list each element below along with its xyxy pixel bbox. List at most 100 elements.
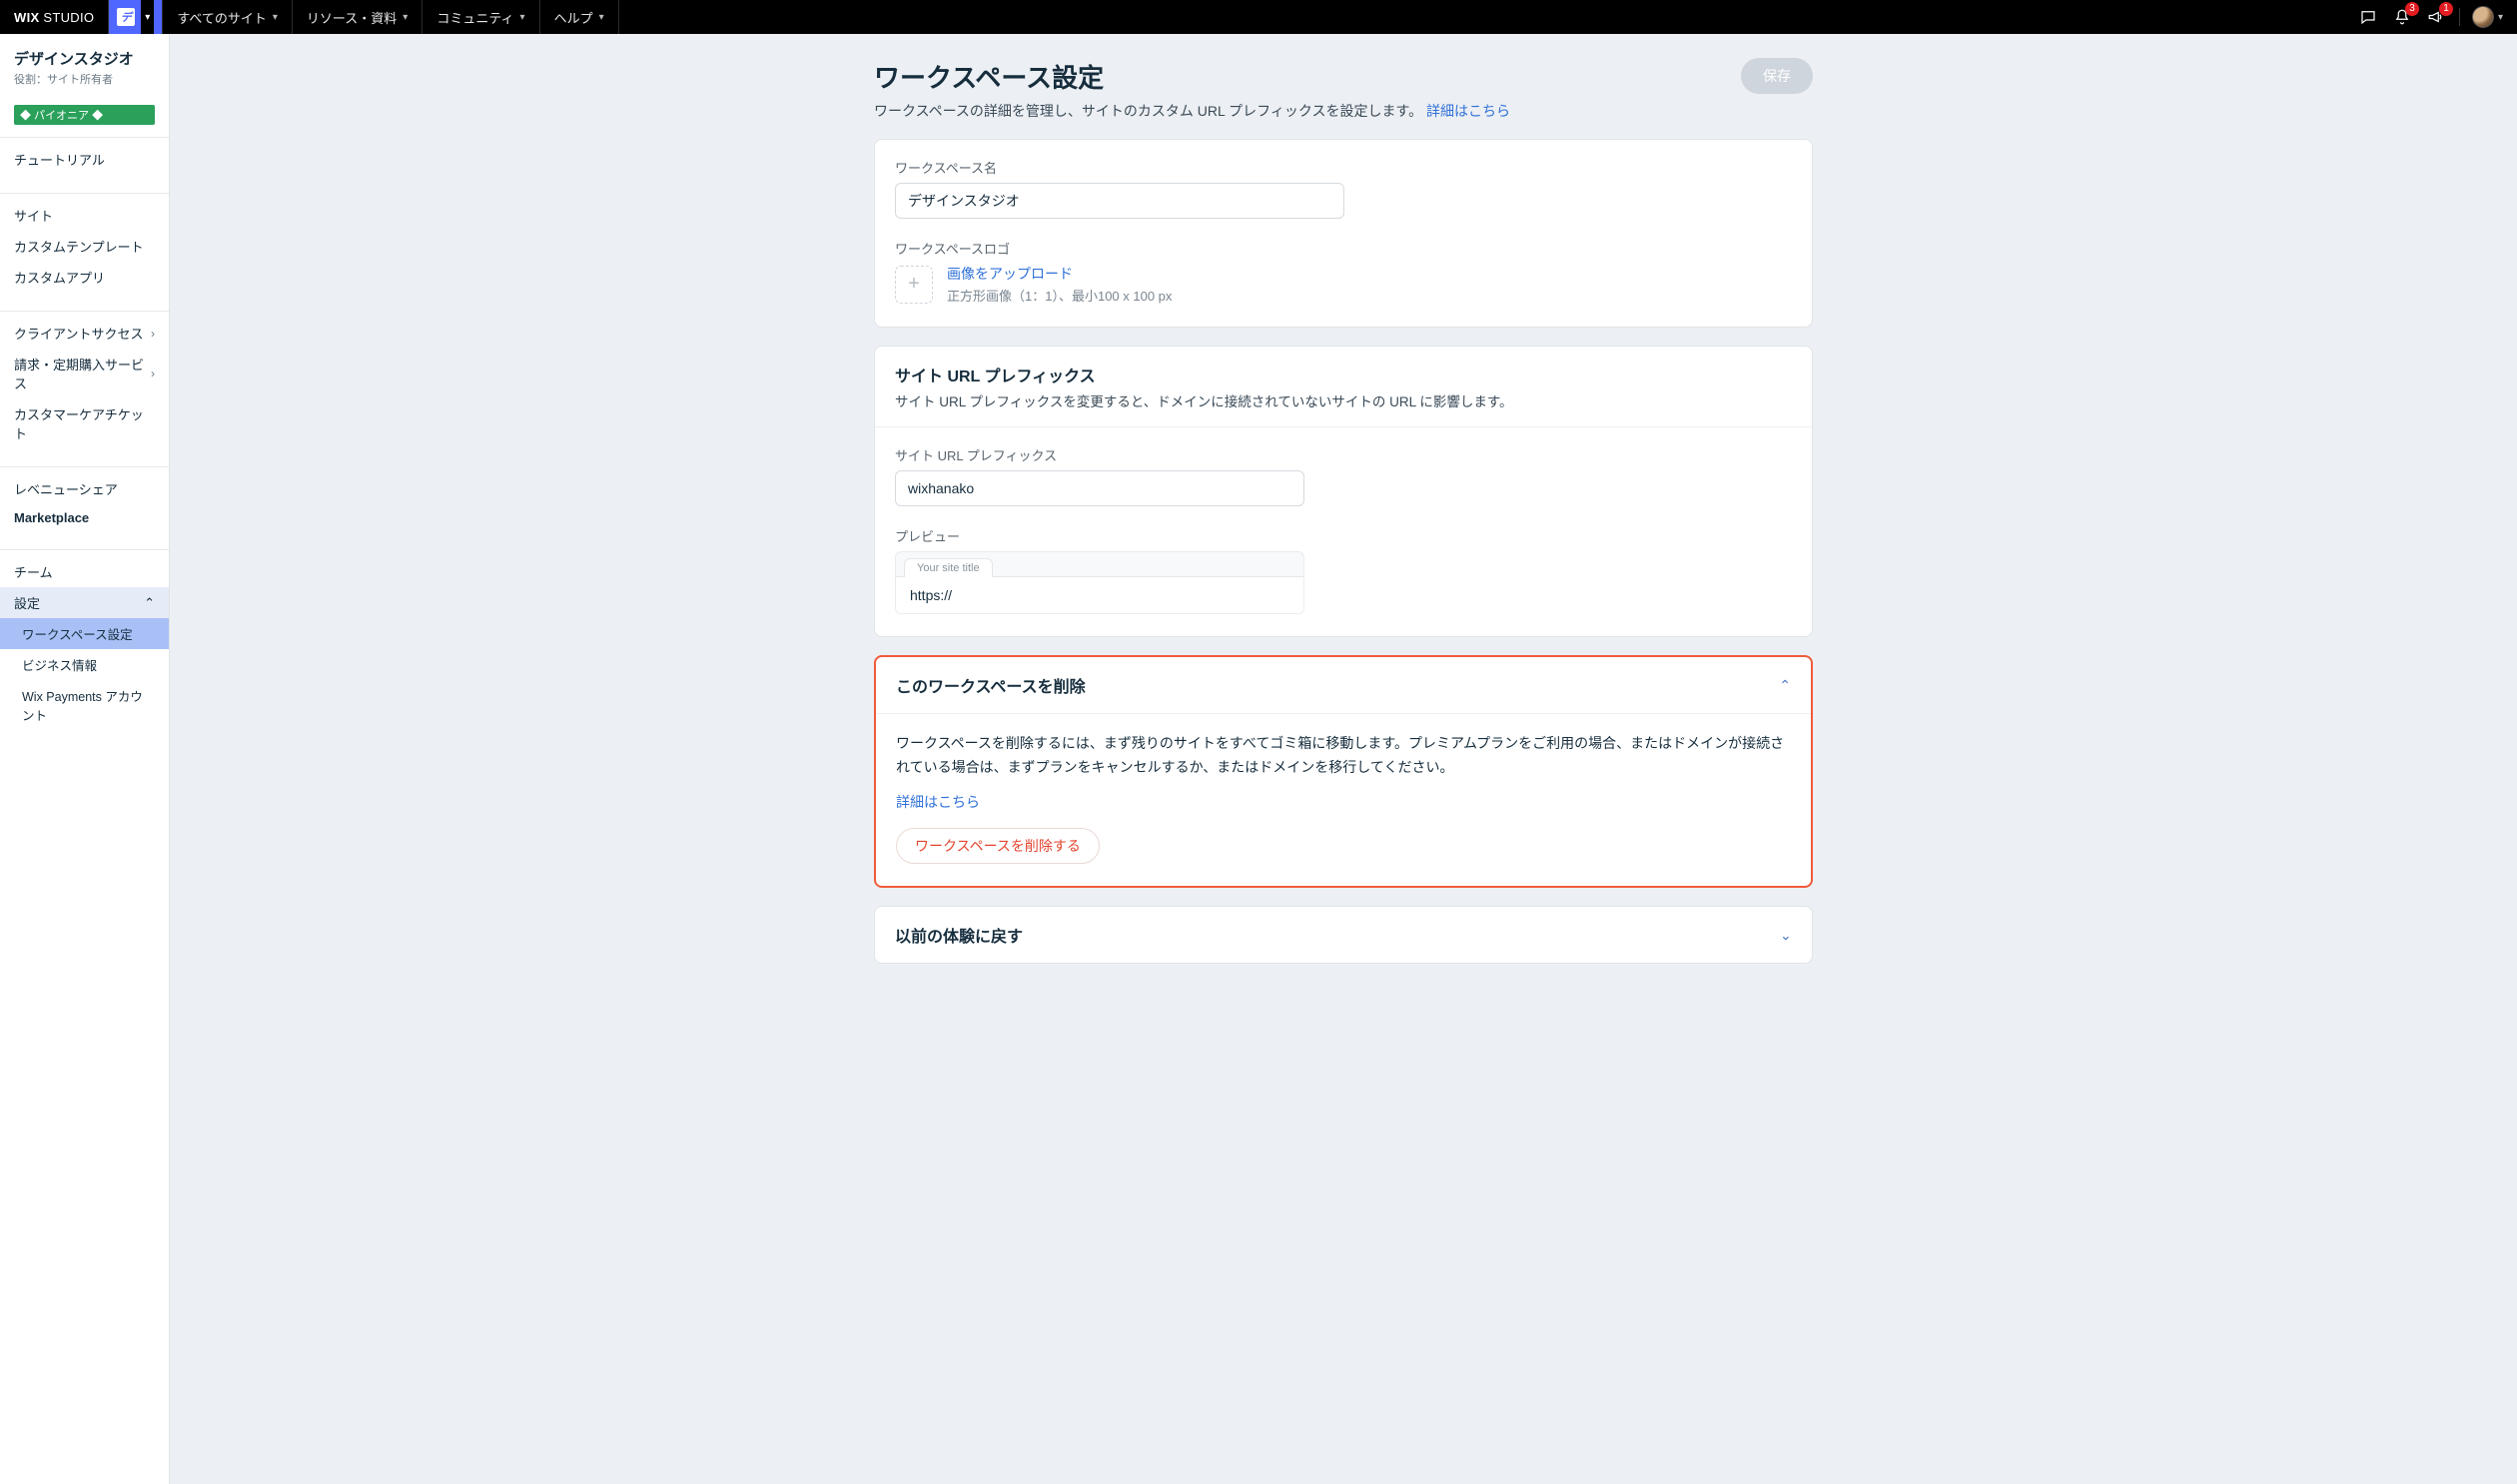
chevron-right-icon: › bbox=[151, 367, 155, 380]
card-delete-head: このワークスペースを削除 ⌃ bbox=[876, 657, 1811, 713]
pioneer-badge: ◆ パイオニア ◆ bbox=[14, 105, 155, 125]
layout: デザインスタジオ 役割：サイト所有者 ◆ パイオニア ◆ チュートリアル サイト… bbox=[0, 34, 2517, 1484]
chevron-right-icon: › bbox=[151, 327, 155, 341]
url-preview: Your site title https:// bbox=[895, 551, 1304, 614]
sidebar-item-billing[interactable]: 請求・定期購入サービス › bbox=[0, 349, 169, 398]
sidebar-item-custom-apps[interactable]: カスタムアプリ bbox=[0, 262, 169, 293]
chevron-down-icon: ▾ bbox=[273, 12, 278, 23]
preview-url-protocol: https:// bbox=[910, 587, 952, 603]
chevron-down-icon: ▾ bbox=[403, 12, 408, 23]
card-url-prefix-subtitle: サイト URL プレフィックスを変更すると、ドメインに接続されていないサイトの … bbox=[895, 390, 1792, 410]
save-button[interactable]: 保存 bbox=[1741, 58, 1813, 94]
top-menu-help[interactable]: ヘルプ ▾ bbox=[540, 0, 619, 34]
card-revert-head: 以前の体験に戻す ⌃ bbox=[875, 907, 1812, 963]
top-menu-all-sites[interactable]: すべてのサイト ▾ bbox=[163, 0, 293, 34]
brand-studio: STUDIO bbox=[39, 10, 94, 25]
announcement-icon[interactable]: 1 bbox=[2425, 6, 2447, 28]
sidebar-item-custom-templates[interactable]: カスタムテンプレート bbox=[0, 231, 169, 262]
preview-url-bar: https:// bbox=[896, 576, 1303, 613]
card-delete-description: ワークスペースを削除するには、まず残りのサイトをすべてゴミ箱に移動します。プレミ… bbox=[896, 732, 1791, 780]
avatar bbox=[2472, 6, 2494, 28]
sidebar-item-revenue-share[interactable]: レベニューシェア bbox=[0, 473, 169, 504]
card-delete-learn-more-link[interactable]: 詳細はこちら bbox=[896, 792, 980, 812]
sidebar-item-label: チーム bbox=[14, 562, 53, 581]
user-menu[interactable]: ▾ bbox=[2472, 6, 2503, 28]
sidebar-sub-business-info[interactable]: ビジネス情報 bbox=[0, 649, 169, 680]
preview-label: プレビュー bbox=[895, 526, 1792, 545]
sidebar-item-client-success[interactable]: クライアントサクセス › bbox=[0, 318, 169, 349]
topbar-right: 3 1 ▾ bbox=[2343, 6, 2517, 28]
workspace-name-label: ワークスペース名 bbox=[895, 158, 1792, 177]
sidebar-item-sites[interactable]: サイト bbox=[0, 200, 169, 231]
top-menu-label: ヘルプ bbox=[554, 8, 593, 27]
sidebar-item-label: 設定 bbox=[14, 593, 40, 612]
bell-icon[interactable]: 3 bbox=[2391, 6, 2413, 28]
preview-tab-title: Your site title bbox=[904, 558, 993, 577]
card-revert-title: 以前の体験に戻す bbox=[895, 923, 1023, 947]
topbar-divider bbox=[2459, 8, 2460, 26]
plus-icon: + bbox=[908, 273, 920, 296]
top-menu-community[interactable]: コミュニティ ▾ bbox=[422, 0, 539, 34]
workspace-switcher[interactable]: デ ▾ bbox=[109, 0, 163, 34]
sidebar-item-label: Marketplace bbox=[14, 510, 89, 525]
top-menu-label: リソース・資料 bbox=[307, 8, 397, 27]
sidebar-sub-workspace-settings[interactable]: ワークスペース設定 bbox=[0, 618, 169, 649]
brand-logo[interactable]: WIX STUDIO bbox=[0, 0, 109, 34]
main-content: ワークスペース設定 ワークスペースの詳細を管理し、サイトのカスタム URL プレ… bbox=[170, 34, 2517, 1484]
sidebar-item-label: サイト bbox=[14, 206, 53, 225]
top-menu-resources[interactable]: リソース・資料 ▾ bbox=[293, 0, 422, 34]
url-prefix-input[interactable] bbox=[895, 470, 1304, 506]
card-url-prefix-head: サイト URL プレフィックス サイト URL プレフィックスを変更すると、ドメ… bbox=[875, 347, 1812, 426]
expand-toggle[interactable]: ⌃ bbox=[1780, 926, 1792, 943]
brand-wix: WIX bbox=[14, 10, 39, 25]
workspace-name-input[interactable] bbox=[895, 183, 1344, 219]
bell-badge: 3 bbox=[2405, 2, 2419, 16]
card-delete-title: このワークスペースを削除 bbox=[896, 673, 1086, 697]
chevron-up-icon: ⌃ bbox=[144, 595, 155, 611]
collapse-toggle[interactable]: ⌃ bbox=[1779, 677, 1791, 694]
upload-logo-button[interactable]: + bbox=[895, 266, 933, 304]
card-url-prefix: サイト URL プレフィックス サイト URL プレフィックスを変更すると、ドメ… bbox=[874, 346, 1813, 637]
sidebar-item-label: カスタムアプリ bbox=[14, 268, 105, 287]
workspace-logo-label: ワークスペースロゴ bbox=[895, 239, 1792, 258]
sidebar-sub-wix-payments[interactable]: Wix Payments アカウント bbox=[0, 680, 169, 730]
sidebar-subitem-label: ワークスペース設定 bbox=[22, 624, 133, 643]
page-title: ワークスペース設定 bbox=[874, 58, 1510, 95]
chevron-down-icon: ▾ bbox=[2498, 12, 2503, 23]
sidebar-workspace-name: デザインスタジオ bbox=[14, 48, 155, 69]
sidebar-item-tutorial[interactable]: チュートリアル bbox=[0, 144, 169, 175]
sidebar-item-team[interactable]: チーム bbox=[0, 556, 169, 587]
sidebar-item-label: カスタムテンプレート bbox=[14, 237, 144, 256]
card-url-prefix-title: サイト URL プレフィックス bbox=[895, 363, 1792, 386]
sidebar-item-label: 請求・定期購入サービス bbox=[14, 355, 151, 392]
chat-icon[interactable] bbox=[2357, 6, 2379, 28]
chevron-down-icon: ▾ bbox=[141, 0, 154, 34]
sidebar-subitem-label: ビジネス情報 bbox=[22, 655, 97, 674]
sidebar-item-tickets[interactable]: カスタマーケアチケット bbox=[0, 398, 169, 448]
topbar-left: WIX STUDIO デ ▾ すべてのサイト ▾ リソース・資料 ▾ コミュニテ… bbox=[0, 0, 619, 34]
sidebar-item-label: クライアントサクセス bbox=[14, 324, 143, 343]
page-learn-more-link[interactable]: 詳細はこちら bbox=[1426, 103, 1510, 119]
sidebar-item-marketplace[interactable]: Marketplace bbox=[0, 504, 169, 531]
page-subtitle-wrap: ワークスペースの詳細を管理し、サイトのカスタム URL プレフィックスを設定しま… bbox=[874, 101, 1510, 121]
card-delete-workspace: このワークスペースを削除 ⌃ ワークスペースを削除するには、まず残りのサイトをす… bbox=[874, 655, 1813, 888]
sidebar-item-settings[interactable]: 設定 ⌃ bbox=[0, 587, 169, 618]
logo-upload-row: + 画像をアップロード 正方形画像（1：1）、最小100 x 100 px bbox=[895, 264, 1792, 305]
upload-image-link[interactable]: 画像をアップロード bbox=[947, 266, 1073, 282]
sidebar-workspace-header: デザインスタジオ 役割：サイト所有者 bbox=[0, 34, 169, 97]
top-menu-label: コミュニティ bbox=[436, 8, 513, 27]
sidebar-role-label: 役割：サイト所有者 bbox=[14, 71, 155, 87]
page-header: ワークスペース設定 ワークスペースの詳細を管理し、サイトのカスタム URL プレ… bbox=[874, 58, 1813, 121]
card-revert-experience[interactable]: 以前の体験に戻す ⌃ bbox=[874, 906, 1813, 964]
top-menu-label: すべてのサイト bbox=[177, 8, 267, 27]
delete-workspace-button[interactable]: ワークスペースを削除する bbox=[896, 828, 1100, 864]
sidebar-item-label: レベニューシェア bbox=[14, 479, 118, 498]
workspace-initial: デ bbox=[117, 8, 135, 26]
url-prefix-field-label: サイト URL プレフィックス bbox=[895, 445, 1792, 464]
sidebar: デザインスタジオ 役割：サイト所有者 ◆ パイオニア ◆ チュートリアル サイト… bbox=[0, 34, 170, 1484]
page-subtitle: ワークスペースの詳細を管理し、サイトのカスタム URL プレフィックスを設定しま… bbox=[874, 103, 1422, 119]
announcement-badge: 1 bbox=[2439, 2, 2453, 16]
sidebar-subitem-label: Wix Payments アカウント bbox=[22, 686, 155, 724]
chevron-down-icon: ▾ bbox=[599, 12, 604, 23]
sidebar-settings-sublist: ワークスペース設定 ビジネス情報 Wix Payments アカウント bbox=[0, 618, 169, 730]
